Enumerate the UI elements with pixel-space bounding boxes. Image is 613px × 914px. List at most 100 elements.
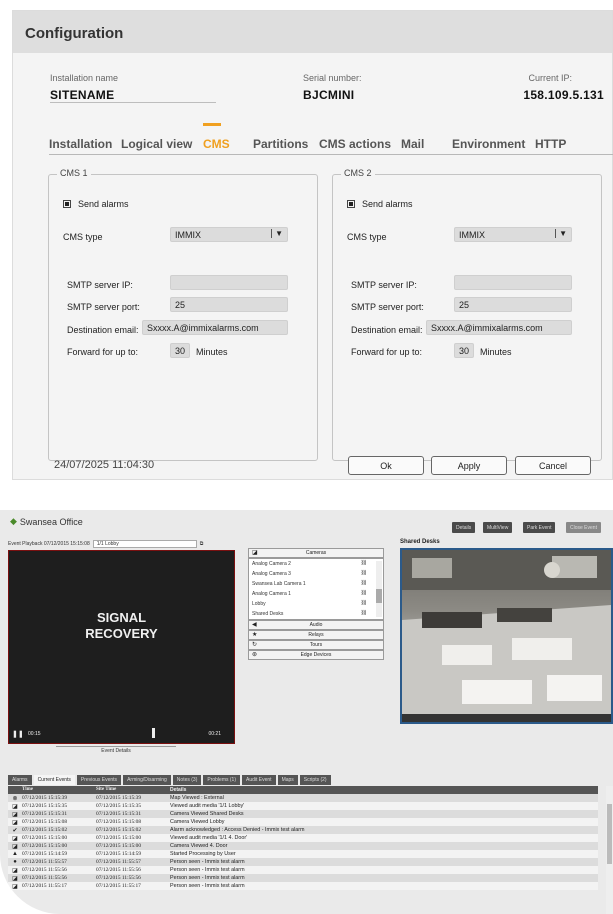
camera-item[interactable]: Analog Camera 1 ⛓ xyxy=(249,589,383,599)
cms1-send-alarms-label: Send alarms xyxy=(78,199,129,209)
table-row[interactable]: ✔ 07/12/2015 15:15:02 07/12/2015 15:15:02 A… xyxy=(8,826,598,834)
tours-label: Tours xyxy=(309,642,323,648)
multiview-button[interactable]: MultiView xyxy=(483,522,513,533)
cms2-send-alarms-checkbox[interactable] xyxy=(347,200,355,208)
current-ip-label: Current IP: xyxy=(528,73,572,83)
tab-current-events[interactable]: Current Events xyxy=(33,775,75,785)
chevron-down-icon[interactable]: ▼ xyxy=(555,229,567,238)
cms2-send-alarms[interactable]: Send alarms xyxy=(347,199,413,209)
camera-item[interactable]: Analog Camera 2 ⛓ xyxy=(249,559,383,569)
cms1-smtp-port-input[interactable]: 25 xyxy=(170,297,288,312)
table-row[interactable]: ◪ 07/12/2015 11:55:56 07/12/2015 11:55:56 P… xyxy=(8,866,598,874)
playback-video[interactable]: SIGNAL RECOVERY ❚❚ 00:15 00:21 xyxy=(8,550,235,744)
tab-environment[interactable]: Environment xyxy=(452,137,525,151)
relays-section[interactable]: ★ Relays xyxy=(248,630,384,640)
cms1-type-label: CMS type xyxy=(63,232,103,242)
pause-icon[interactable]: ❚❚ xyxy=(12,730,24,738)
camera-item[interactable]: Analog Camera 3 ⛓ xyxy=(249,569,383,579)
tab-notes[interactable]: Notes (3) xyxy=(172,775,202,785)
ok-button[interactable]: Ok xyxy=(348,456,424,475)
cms2-smtp-ip-input[interactable] xyxy=(454,275,572,290)
apply-button[interactable]: Apply xyxy=(431,456,507,475)
close-event-button[interactable]: Close Event xyxy=(566,522,601,533)
link-icon: ⛓ xyxy=(360,590,367,596)
tab-alarms[interactable]: Alarms xyxy=(8,775,32,785)
events-scrollbar[interactable] xyxy=(606,786,613,914)
tab-maps[interactable]: Maps xyxy=(277,775,298,785)
park-event-button[interactable]: Park Event xyxy=(523,522,556,533)
cms1-type-select[interactable]: IMMIX ▼ xyxy=(170,227,288,242)
current-ip-value: 158.109.5.131 xyxy=(523,88,604,102)
tab-scripts[interactable]: Scripts (2) xyxy=(299,775,331,785)
details-button[interactable]: Details xyxy=(452,522,476,533)
cms1-forward-input[interactable]: 30 xyxy=(170,343,190,358)
table-row[interactable]: ◪ 07/12/2015 11:55:17 07/12/2015 11:55:17 P… xyxy=(8,882,598,890)
column-site-time[interactable]: Site Time xyxy=(96,787,170,794)
cms1-send-alarms-checkbox[interactable] xyxy=(63,200,71,208)
table-row[interactable]: ⊗ 07/12/2015 15:15:39 07/12/2015 15:15:39 M… xyxy=(8,794,598,802)
tours-section[interactable]: ↻ Tours xyxy=(248,640,384,650)
table-row[interactable]: ◪ 07/12/2015 15:15:08 07/12/2015 15:15:08 C… xyxy=(8,818,598,826)
tab-cms[interactable]: CMS xyxy=(203,137,230,151)
edge-devices-section[interactable]: ⊛ Edge Devices xyxy=(248,650,384,660)
cancel-button[interactable]: Cancel xyxy=(515,456,591,475)
cms1-send-alarms[interactable]: Send alarms xyxy=(63,199,129,209)
cms1-dest-label: Destination email: xyxy=(67,325,139,335)
tab-problems[interactable]: Problems (1) xyxy=(203,775,240,785)
tab-cms-actions[interactable]: CMS actions xyxy=(319,137,391,151)
cms1-forward-label: Forward for up to: xyxy=(67,347,139,357)
cms2-group: CMS 2 Send alarms CMS type IMMIX ▼ SMTP … xyxy=(332,168,602,461)
shared-video-controls[interactable] xyxy=(402,714,611,722)
tab-partitions[interactable]: Partitions xyxy=(253,137,308,151)
playback-label: Event Playback 07/12/2015 15:15:08 xyxy=(8,541,90,547)
event-type-icon: ◪ xyxy=(12,804,18,810)
column-details[interactable]: Details xyxy=(170,787,598,794)
tab-http[interactable]: HTTP xyxy=(535,137,566,151)
cms2-forward-input[interactable]: 30 xyxy=(454,343,474,358)
table-row[interactable]: ◪ 07/12/2015 15:15:00 07/12/2015 15:15:00 V… xyxy=(8,834,598,842)
column-time[interactable]: Time xyxy=(22,787,96,794)
table-row[interactable]: ◪ 07/12/2015 15:15:35 07/12/2015 15:15:35 V… xyxy=(8,802,598,810)
table-row[interactable]: ◪ 07/12/2015 15:15:00 07/12/2015 15:15:00 C… xyxy=(8,842,598,850)
event-site-time: 07/12/2015 11:55:57 xyxy=(96,859,141,865)
event-site-time: 07/12/2015 15:15:02 xyxy=(96,827,142,833)
table-row[interactable]: ◪ 07/12/2015 11:55:56 07/12/2015 11:55:56 P… xyxy=(8,874,598,882)
cms2-forward-label: Forward for up to: xyxy=(351,347,423,357)
chevron-down-icon[interactable]: ▼ xyxy=(271,229,283,238)
shared-desks-video[interactable] xyxy=(400,548,613,724)
event-type-icon: ◪ xyxy=(12,868,18,874)
tab-audit-event[interactable]: Audit Event xyxy=(241,775,276,785)
tab-mail[interactable]: Mail xyxy=(401,137,424,151)
event-details-tab[interactable]: Event Details xyxy=(56,746,176,754)
camera-icon: ◪ xyxy=(252,550,258,556)
camera-item[interactable]: Lobby ⛓ xyxy=(249,599,383,609)
event-type-icon: ▲ xyxy=(12,851,18,857)
table-row[interactable]: ▲ 07/12/2015 15:14:59 07/12/2015 15:14:59 S… xyxy=(8,850,598,858)
audio-section[interactable]: ◀ Audio xyxy=(248,620,384,630)
tab-logical-view[interactable]: Logical view xyxy=(121,137,192,151)
table-row[interactable]: ● 07/12/2015 11:55:57 07/12/2015 11:55:57 P… xyxy=(8,858,598,866)
seek-thumb[interactable] xyxy=(152,728,155,738)
cms2-type-select[interactable]: IMMIX ▼ xyxy=(454,227,572,242)
cms1-smtp-ip-input[interactable] xyxy=(170,275,288,290)
playback-select[interactable]: 1/1 Lobby xyxy=(92,540,197,548)
camera-item[interactable]: Shared Desks ⛓ xyxy=(249,609,383,619)
cameras-header[interactable]: ◪ Cameras xyxy=(248,548,384,558)
cms2-smtp-port-input[interactable]: 25 xyxy=(454,297,572,312)
tab-previous-events[interactable]: Previous Events xyxy=(76,775,122,785)
tab-installation[interactable]: Installation xyxy=(49,137,112,151)
cms2-dest-input[interactable]: Sxxxx.A@immixalarms.com xyxy=(426,320,572,335)
table-row[interactable]: ◪ 07/12/2015 15:15:31 07/12/2015 15:15:31 C… xyxy=(8,810,598,818)
event-site-time: 07/12/2015 11:55:56 xyxy=(96,875,141,881)
link-icon: ⛓ xyxy=(360,600,367,606)
event-details: Started Processing by User xyxy=(170,851,236,857)
event-details: Map Viewed : External xyxy=(170,795,224,801)
camera-item[interactable]: Swansea Lab Camera 1 ⛓ xyxy=(249,579,383,589)
cms1-dest-input[interactable]: Sxxxx.A@immixalarms.com xyxy=(142,320,288,335)
tab-arming-disarming[interactable]: Arming/Disarming xyxy=(123,775,171,785)
popout-icon[interactable]: ⧉ xyxy=(200,541,204,547)
camera-list: Analog Camera 2 ⛓ Analog Camera 3 ⛓ Swanse… xyxy=(248,558,384,620)
video-controls: ❚❚ 00:15 00:21 xyxy=(12,728,231,740)
office-scene-image xyxy=(402,550,611,722)
camera-list-scrollbar[interactable] xyxy=(376,561,382,617)
